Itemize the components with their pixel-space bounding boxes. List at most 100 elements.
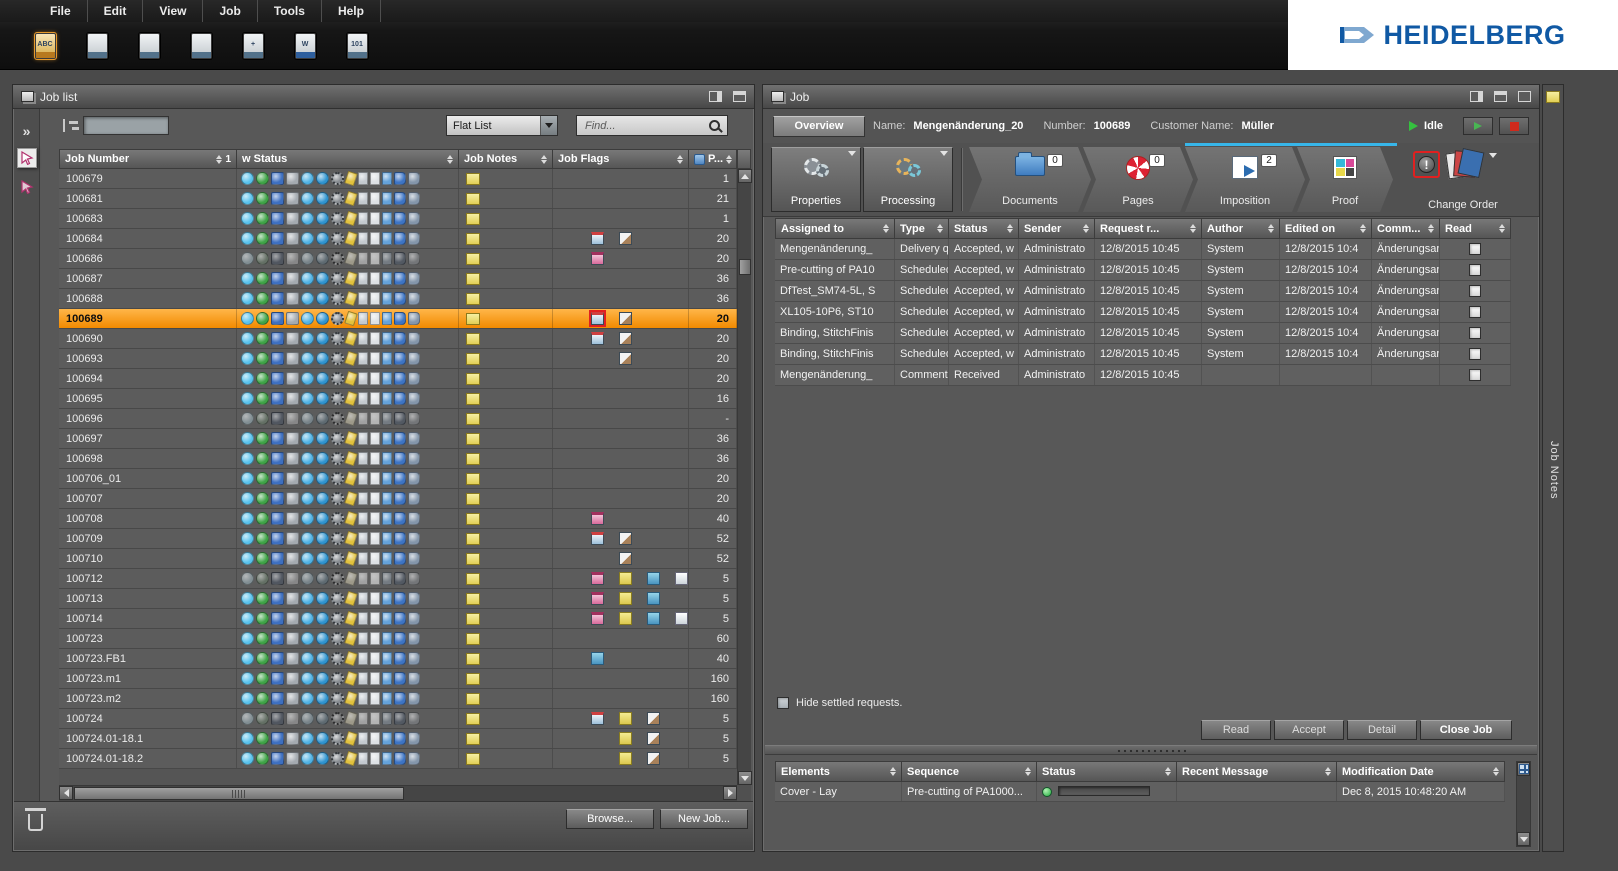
panel-split-icon[interactable] xyxy=(709,91,722,102)
sort-icon[interactable] xyxy=(1268,224,1274,233)
job-row[interactable]: 1006791 xyxy=(59,169,737,189)
step-pages[interactable]: 0 Pages xyxy=(1083,147,1193,212)
scroll-left-button[interactable] xyxy=(59,786,73,800)
multi-select-tool-button[interactable] xyxy=(17,177,37,197)
job-row[interactable]: 10069320 xyxy=(59,349,737,369)
browse-button[interactable]: Browse... xyxy=(566,809,654,829)
panel-float-icon[interactable] xyxy=(1518,91,1531,102)
job-row[interactable]: 10069736 xyxy=(59,429,737,449)
job-row[interactable]: 100723.m1160 xyxy=(59,669,737,689)
job-row[interactable]: 10068121 xyxy=(59,189,737,209)
doc-plus-icon[interactable]: + xyxy=(238,29,268,63)
vertical-scrollbar[interactable] xyxy=(737,169,751,785)
step-proof[interactable]: Proof xyxy=(1297,147,1393,212)
request-row[interactable]: Mengenänderung_Delivery quaAccepted, wAd… xyxy=(775,239,1511,260)
read-checkbox[interactable] xyxy=(1469,348,1481,360)
request-row[interactable]: Binding, StitchFinisScheduledAccepted, w… xyxy=(775,344,1511,365)
requests-col-author[interactable]: Author xyxy=(1202,218,1280,239)
read-button[interactable]: Read xyxy=(1201,720,1271,740)
close-job-button[interactable]: Close Job xyxy=(1420,720,1512,740)
job-row[interactable]: 10070840 xyxy=(59,509,737,529)
job-row[interactable]: 1007145 xyxy=(59,609,737,629)
scroll-right-button[interactable] xyxy=(723,786,737,800)
find-input[interactable]: Find... xyxy=(576,115,728,136)
sort-icon[interactable] xyxy=(1083,224,1089,233)
start-button[interactable] xyxy=(1463,117,1493,135)
elements-col-recent-message[interactable]: Recent Message xyxy=(1177,761,1337,782)
scroll-down-button[interactable] xyxy=(1517,832,1530,846)
read-checkbox[interactable] xyxy=(1469,327,1481,339)
sort-icon[interactable] xyxy=(541,155,547,164)
job-row[interactable]: 1006831 xyxy=(59,209,737,229)
sort-icon[interactable] xyxy=(216,155,222,164)
elements-col-elements[interactable]: Elements xyxy=(775,761,902,782)
job-row[interactable]: 100696- xyxy=(59,409,737,429)
elements-col-modification-date[interactable]: Modification Date xyxy=(1337,761,1505,782)
sort-icon[interactable] xyxy=(1325,767,1331,776)
column-settings-button[interactable] xyxy=(737,149,751,169)
sort-icon[interactable] xyxy=(677,155,683,164)
requests-col-comm-[interactable]: Comm... xyxy=(1372,218,1440,239)
scrollbar-thumb[interactable] xyxy=(74,787,404,800)
request-row[interactable]: DfTest_SM74-5L, SScheduledAccepted, wAdm… xyxy=(775,281,1511,302)
sort-icon[interactable] xyxy=(890,767,896,776)
sort-icon[interactable] xyxy=(1428,224,1434,233)
requests-col-type[interactable]: Type xyxy=(895,218,949,239)
sort-icon[interactable] xyxy=(883,224,889,233)
panel-maximize-icon[interactable] xyxy=(733,91,746,102)
job-row[interactable]: 10069516 xyxy=(59,389,737,409)
sort-icon[interactable] xyxy=(726,155,732,164)
job-row[interactable]: 10070952 xyxy=(59,529,737,549)
job-row[interactable]: 10068620 xyxy=(59,249,737,269)
col-workflow-status[interactable]: w Status xyxy=(237,149,459,169)
expand-icon[interactable]: » xyxy=(14,123,39,139)
elements-scrollbar[interactable] xyxy=(1516,761,1531,847)
read-checkbox[interactable] xyxy=(1469,369,1481,381)
chevron-down-icon[interactable] xyxy=(1489,153,1497,158)
search-icon[interactable] xyxy=(709,120,720,131)
job-row[interactable]: 10069420 xyxy=(59,369,737,389)
read-checkbox[interactable] xyxy=(1469,243,1481,255)
job-row[interactable]: 10068836 xyxy=(59,289,737,309)
change-order-alert-highlight[interactable]: ! xyxy=(1413,151,1440,178)
panel-split-icon[interactable] xyxy=(1470,91,1483,102)
job-row[interactable]: 10068920 xyxy=(59,309,737,329)
job-row[interactable]: 10068420 xyxy=(59,229,737,249)
properties-button[interactable]: Properties xyxy=(771,147,861,212)
request-row[interactable]: Pre-cutting of PA10ScheduledAccepted, wA… xyxy=(775,260,1511,281)
request-row[interactable]: XL105-10P6, ST10ScheduledAccepted, wAdmi… xyxy=(775,302,1511,323)
menu-tools[interactable]: Tools xyxy=(258,0,322,22)
sort-icon[interactable] xyxy=(1499,224,1505,233)
sort-icon[interactable] xyxy=(447,155,453,164)
job-row[interactable]: 100724.01-18.15 xyxy=(59,729,737,749)
requests-col-assigned-to[interactable]: Assigned to xyxy=(775,218,895,239)
job-row[interactable]: 100706_0120 xyxy=(59,469,737,489)
job-row[interactable]: 100724.01-18.25 xyxy=(59,749,737,769)
accept-button[interactable]: Accept xyxy=(1274,720,1344,740)
splitter-handle[interactable] xyxy=(765,745,1537,755)
job-row[interactable]: 10070720 xyxy=(59,489,737,509)
requests-col-status[interactable]: Status xyxy=(949,218,1019,239)
doc-w-icon[interactable]: W xyxy=(290,29,320,63)
scrollbar-thumb[interactable] xyxy=(739,259,751,275)
step-documents[interactable]: 0 Documents xyxy=(969,147,1091,212)
tree-view-icon[interactable] xyxy=(63,119,79,132)
job-row[interactable]: 1007135 xyxy=(59,589,737,609)
sort-icon[interactable] xyxy=(937,224,943,233)
job-notes-tab[interactable]: Job Notes xyxy=(1542,84,1564,852)
read-checkbox[interactable] xyxy=(1469,264,1481,276)
select-tool-button[interactable] xyxy=(17,148,37,168)
requests-col-read[interactable]: Read xyxy=(1440,218,1511,239)
sort-icon[interactable] xyxy=(1360,224,1366,233)
menu-view[interactable]: View xyxy=(143,0,203,22)
col-pages[interactable]: P... xyxy=(689,149,737,169)
menu-file[interactable]: File xyxy=(34,0,88,22)
read-checkbox[interactable] xyxy=(1469,306,1481,318)
job-row[interactable]: 1007245 xyxy=(59,709,737,729)
printer-gear-icon[interactable] xyxy=(134,29,164,63)
requests-col-sender[interactable]: Sender xyxy=(1019,218,1095,239)
elements-col-sequence[interactable]: Sequence xyxy=(902,761,1037,782)
job-row[interactable]: 10072360 xyxy=(59,629,737,649)
col-job-flags[interactable]: Job Flags xyxy=(553,149,689,169)
job-row[interactable]: 10069836 xyxy=(59,449,737,469)
